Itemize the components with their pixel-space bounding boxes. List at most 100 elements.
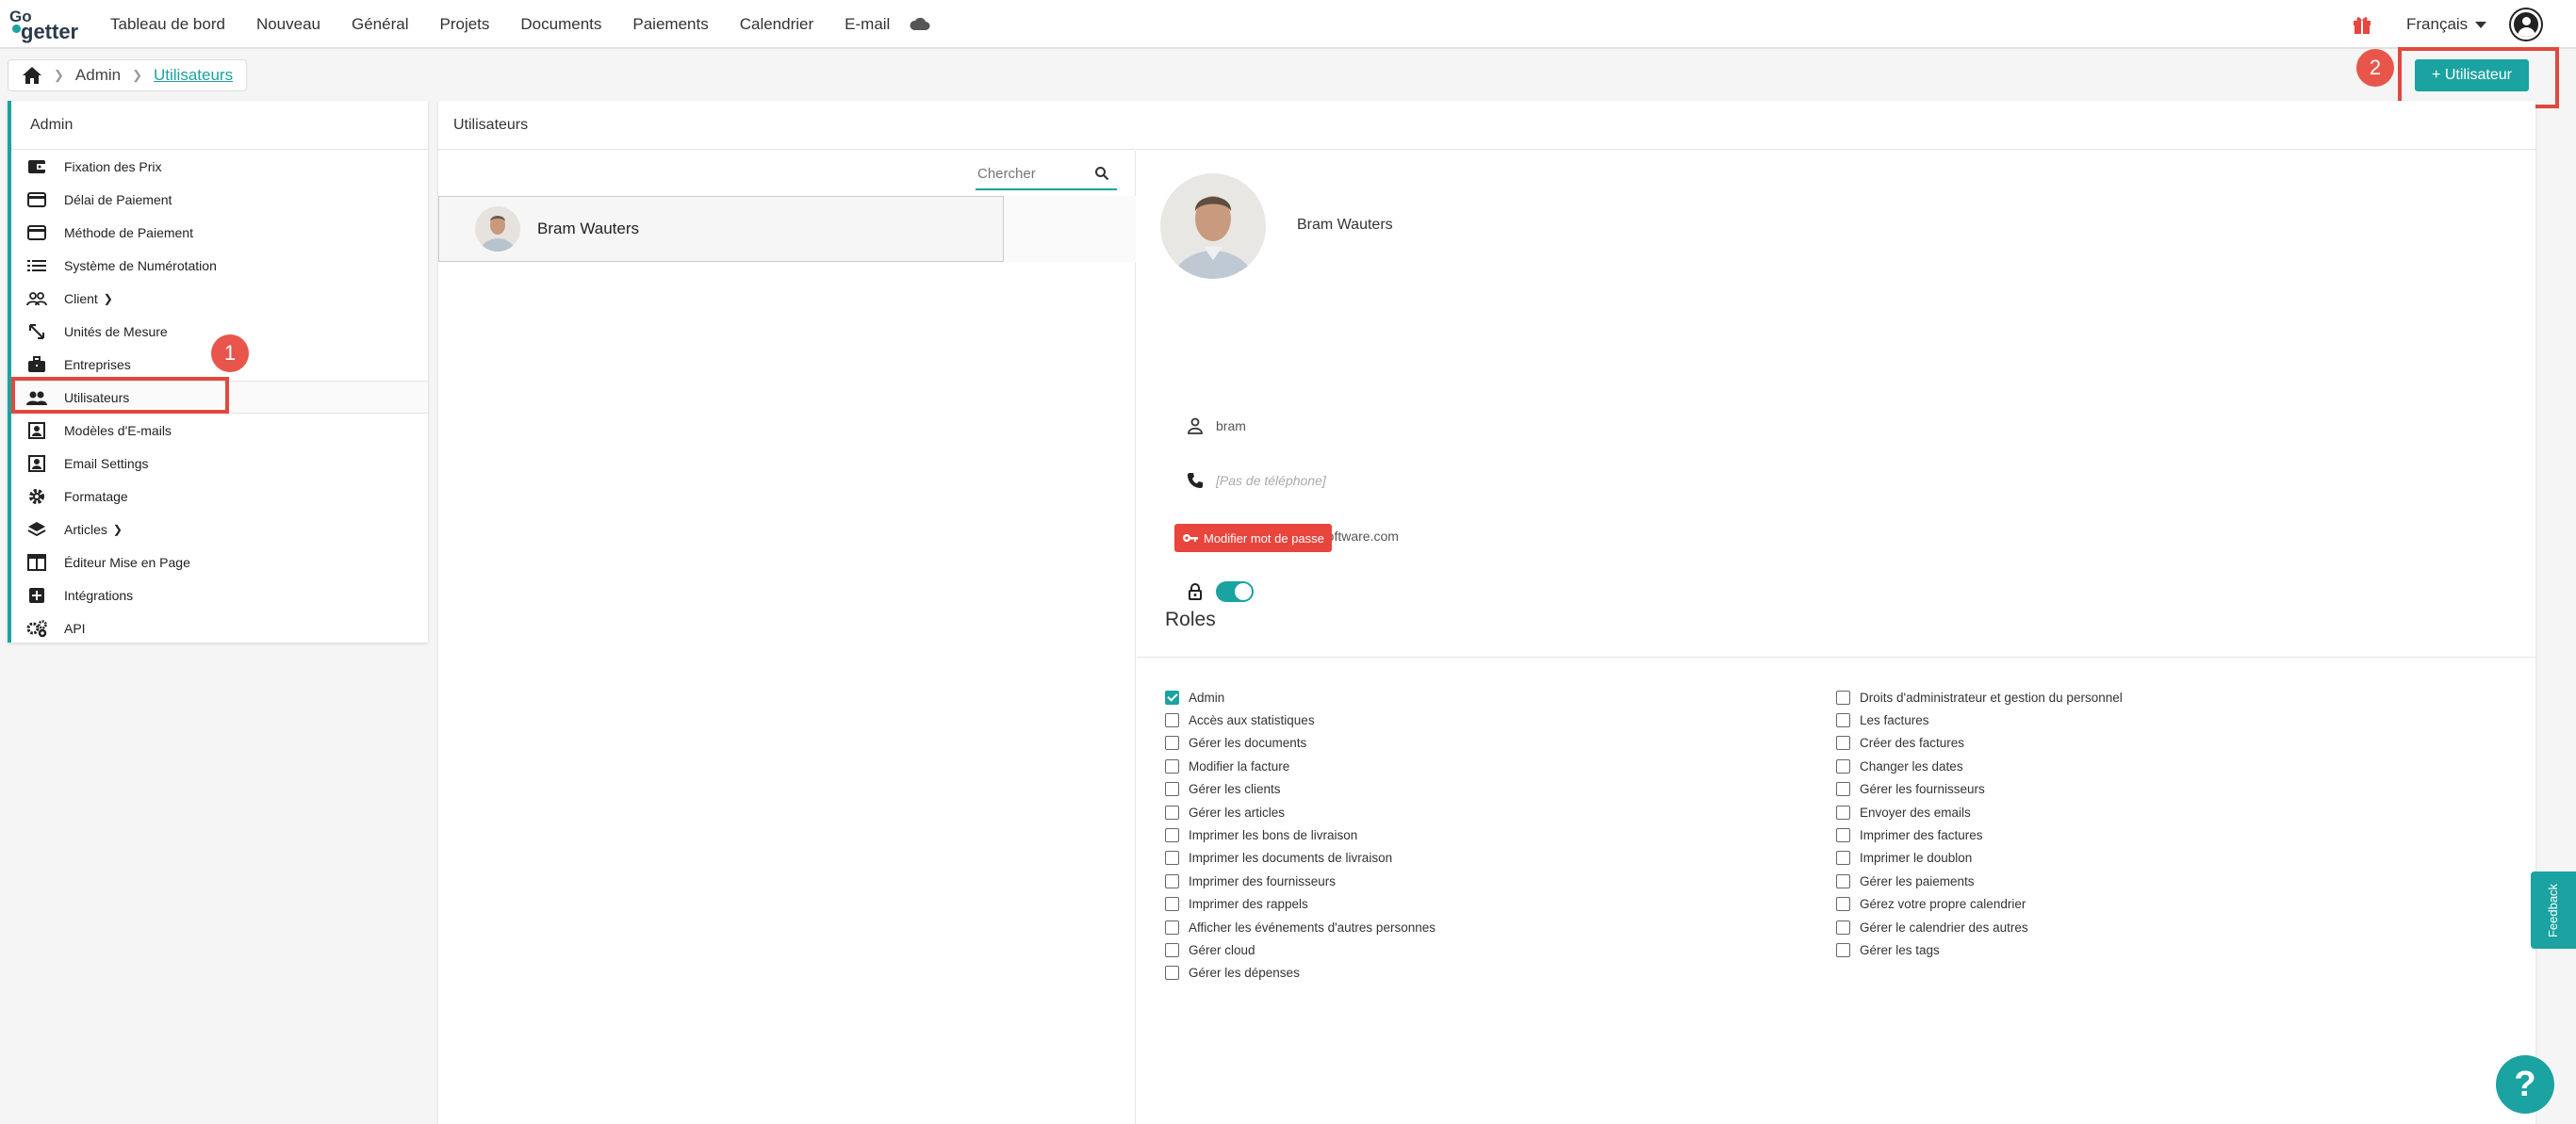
change-password-label: Modifier mot de passe [1204,530,1324,546]
sidebar-item-label: Éditeur Mise en Page [64,554,190,570]
checkbox[interactable] [1165,736,1179,751]
checkbox[interactable] [1836,736,1850,751]
checkbox[interactable] [1836,758,1850,774]
checkbox[interactable] [1165,690,1179,705]
checkbox[interactable] [1836,942,1850,957]
role-checkbox[interactable]: Imprimer des rappels [1165,893,1436,916]
sidebar-item-label: Système de Numérotation [64,257,217,273]
cloud-icon[interactable] [910,16,930,31]
role-checkbox[interactable]: Imprimer les bons de livraison [1165,823,1436,846]
checkbox[interactable] [1165,758,1179,774]
sidebar-item-integrations[interactable]: Intégrations [11,578,428,611]
breadcrumb-admin[interactable]: Admin [75,66,121,85]
checkbox[interactable] [1836,897,1850,912]
home-icon[interactable] [22,66,42,85]
gift-icon[interactable] [2352,14,2372,35]
role-checkbox[interactable]: Envoyer des emails [1836,801,2123,823]
phone-placeholder: [Pas de téléphone] [1216,473,1326,488]
help-button[interactable]: ? [2496,1055,2554,1114]
role-checkbox-admin[interactable]: Admin [1165,686,1436,709]
role-checkbox[interactable]: Gérer les tags [1836,938,2123,961]
role-label: Imprimer les documents de livraison [1189,851,1393,866]
role-checkbox[interactable]: Les factures [1836,709,2123,731]
role-checkbox[interactable]: Gérer les fournisseurs [1836,778,2123,801]
search-icon[interactable] [1094,166,1109,181]
credit-card-icon [26,191,47,208]
role-checkbox[interactable]: Changer les dates [1836,755,2123,777]
checkbox[interactable] [1836,782,1850,797]
checkbox[interactable] [1165,897,1179,912]
checkbox[interactable] [1165,920,1179,935]
nav-projets[interactable]: Projets [439,15,489,34]
checkbox[interactable] [1165,805,1179,820]
sidebar-item-articles[interactable]: Articles ❯ [11,513,428,546]
feedback-tab[interactable]: Feedback [2531,872,2576,949]
gears-icon [26,619,47,637]
roles-title: Roles [1165,609,1216,630]
sidebar-item-client[interactable]: Client ❯ [11,282,428,315]
role-checkbox[interactable]: Gérer les articles [1165,801,1436,823]
role-label: Gérer les articles [1189,805,1286,820]
role-label: Les factures [1860,713,1929,728]
checkbox[interactable] [1165,828,1179,843]
role-label: Envoyer des emails [1860,805,1971,820]
sidebar-item-label: Articles [64,521,107,537]
checkbox[interactable] [1165,942,1179,957]
checkbox[interactable] [1836,920,1850,935]
role-checkbox[interactable]: Créer des factures [1836,732,2123,755]
role-checkbox[interactable]: Afficher les événements d'autres personn… [1165,916,1436,938]
nav-tableau-de-bord[interactable]: Tableau de bord [110,15,225,34]
role-checkbox[interactable]: Gérer les documents [1165,732,1436,755]
role-checkbox[interactable]: Gérer cloud [1165,938,1436,961]
sidebar-item-formatage[interactable]: Formatage [11,480,428,513]
sidebar-item-modeles-d-emails[interactable]: Modèles d'E-mails [11,414,428,447]
nav-paiements[interactable]: Paiements [632,15,708,34]
sidebar-item-methode-de-paiement[interactable]: Méthode de Paiement [11,216,428,249]
role-checkbox[interactable]: Imprimer le doublon [1836,847,2123,870]
role-checkbox[interactable]: Imprimer des fournisseurs [1165,870,1436,892]
role-checkbox[interactable]: Gérer les clients [1165,778,1436,801]
sidebar-item-fixation-des-prix[interactable]: Fixation des Prix [11,150,428,183]
active-toggle[interactable] [1216,581,1254,602]
user-list-item[interactable]: Bram Wauters [438,196,1004,262]
role-checkbox[interactable]: Accès aux statistiques [1165,709,1436,731]
checkbox[interactable] [1165,851,1179,866]
breadcrumb-current[interactable]: Utilisateurs [154,66,233,85]
role-checkbox[interactable]: Droits d'administrateur et gestion du pe… [1836,686,2123,709]
checkbox[interactable] [1836,690,1850,705]
checkbox[interactable] [1165,713,1179,728]
lock-icon [1186,582,1205,601]
user-avatar-icon[interactable] [2511,9,2541,40]
role-checkbox[interactable]: Gérez votre propre calendrier [1836,893,2123,916]
role-checkbox[interactable]: Imprimer les documents de livraison [1165,847,1436,870]
role-checkbox[interactable]: Gérer le calendrier des autres [1836,916,2123,938]
checkbox[interactable] [1836,851,1850,866]
nav-general[interactable]: Général [352,15,408,34]
sidebar-item-delai-de-paiement[interactable]: Délai de Paiement [11,183,428,216]
sidebar-item-systeme-de-numerotation[interactable]: Système de Numérotation [11,249,428,282]
sidebar-item-editeur-mise-en-page[interactable]: Éditeur Mise en Page [11,546,428,578]
gogetter-logo[interactable]: Go getter [9,8,81,43]
checkbox[interactable] [1165,782,1179,797]
role-checkbox[interactable]: Gérer les dépenses [1165,962,1436,985]
nav-nouveau[interactable]: Nouveau [256,15,320,34]
sidebar-item-email-settings[interactable]: Email Settings [11,447,428,480]
checkbox[interactable] [1836,828,1850,843]
change-password-button[interactable]: Modifier mot de passe [1174,524,1332,552]
search-input[interactable] [977,166,1091,182]
checkbox[interactable] [1836,713,1850,728]
sidebar-item-api[interactable]: API [11,611,428,644]
nav-calendrier[interactable]: Calendrier [740,15,813,34]
checkbox[interactable] [1165,966,1179,981]
role-label: Gérer les tags [1860,942,1940,957]
nav-email[interactable]: E-mail [845,15,890,34]
role-checkbox[interactable]: Gérer les paiements [1836,870,2123,892]
checkbox[interactable] [1836,805,1850,820]
role-checkbox[interactable]: Imprimer des factures [1836,823,2123,846]
language-selector[interactable]: Français [2406,15,2487,34]
checkbox[interactable] [1836,873,1850,888]
panel-title: Utilisateurs [438,101,2535,150]
checkbox[interactable] [1165,873,1179,888]
role-checkbox[interactable]: Modifier la facture [1165,755,1436,777]
nav-documents[interactable]: Documents [520,15,601,34]
